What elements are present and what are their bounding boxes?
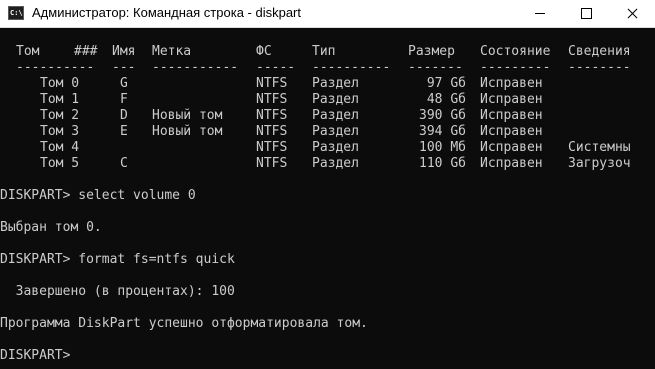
command-prompt[interactable]: DISKPART> [0, 348, 70, 364]
separator: ---------- [312, 60, 391, 75]
col-header-type: Тип [312, 44, 336, 59]
col-header-volume: Том [16, 44, 40, 59]
table-cell-type: Раздел [312, 76, 359, 91]
separator: ----- [256, 60, 296, 75]
maximize-button[interactable] [563, 0, 609, 27]
console-output[interactable]: Том ### Имя Метка ФС Тип Размер Состояни… [0, 28, 655, 369]
table-cell-type: Раздел [312, 124, 359, 139]
table-cell-volume: Том 1 [40, 92, 80, 107]
table-cell-letter: C [120, 156, 128, 171]
col-header-number: ### [74, 44, 98, 59]
cmd-icon: C:\ [8, 6, 24, 20]
table-cell-fs: NTFS [256, 140, 288, 155]
separator: --------- [480, 60, 551, 75]
console-line-output: Завершено (в процентах): 100 [0, 284, 235, 299]
table-cell-size: 390 Gб [419, 108, 466, 123]
table-cell-status: Исправен [480, 92, 543, 107]
col-header-letter: Имя [112, 44, 136, 59]
table-cell-label: Новый том [152, 108, 223, 123]
table-cell-letter: D [120, 108, 128, 123]
table-cell-info: Системны [568, 140, 631, 155]
window-title: Администратор: Командная строка - diskpa… [32, 5, 302, 20]
table-cell-size: 110 Gб [419, 156, 466, 171]
table-cell-status: Исправен [480, 76, 543, 91]
table-cell-size: 48 Gб [426, 92, 466, 107]
table-cell-size: 394 Gб [419, 124, 466, 139]
table-cell-fs: NTFS [256, 124, 288, 139]
table-cell-type: Раздел [312, 140, 359, 155]
table-cell-type: Раздел [312, 156, 359, 171]
table-cell-volume: Том 2 [40, 108, 80, 123]
table-cell-size: 100 Мб [419, 140, 466, 155]
console-line-command: DISKPART> select volume 0 [0, 188, 196, 203]
table-cell-type: Раздел [312, 108, 359, 123]
table-cell-label: Новый том [152, 124, 223, 139]
table-cell-volume: Том 5 [40, 156, 80, 171]
col-header-status: Состояние [480, 44, 551, 59]
table-cell-status: Исправен [480, 108, 543, 123]
table-cell-volume: Том 3 [40, 124, 80, 139]
col-header-size: Размер [408, 44, 455, 59]
table-cell-size: 97 Gб [426, 76, 466, 91]
table-cell-fs: NTFS [256, 92, 288, 107]
close-button[interactable] [609, 0, 655, 27]
separator: ----------- [152, 60, 239, 75]
title-bar: C:\ Администратор: Командная строка - di… [0, 0, 655, 28]
col-header-info: Сведения [568, 44, 631, 59]
col-header-fs: ФС [256, 44, 272, 59]
table-cell-volume: Том 4 [40, 140, 80, 155]
table-cell-letter: E [120, 124, 128, 139]
table-cell-letter: F [120, 92, 128, 107]
console-line-output: Программа DiskPart успешно отформатирова… [0, 316, 368, 331]
separator: ------- [408, 60, 463, 75]
table-cell-fs: NTFS [256, 108, 288, 123]
table-cell-volume: Том 0 [40, 76, 80, 91]
minimize-button[interactable] [517, 0, 563, 27]
table-cell-fs: NTFS [256, 76, 288, 91]
separator: ---------- [16, 60, 95, 75]
table-cell-status: Исправен [480, 156, 543, 171]
console-line-command: DISKPART> format fs=ntfs quick [0, 252, 235, 267]
table-cell-status: Исправен [480, 140, 543, 155]
console-line-output: Выбран том 0. [0, 220, 102, 235]
table-cell-fs: NTFS [256, 156, 288, 171]
table-cell-type: Раздел [312, 92, 359, 107]
table-cell-letter: G [120, 76, 128, 91]
separator: -------- [568, 60, 631, 75]
table-cell-info: Загрузоч [568, 156, 631, 171]
col-header-label: Метка [152, 44, 192, 59]
separator: --- [112, 60, 136, 75]
table-cell-status: Исправен [480, 124, 543, 139]
